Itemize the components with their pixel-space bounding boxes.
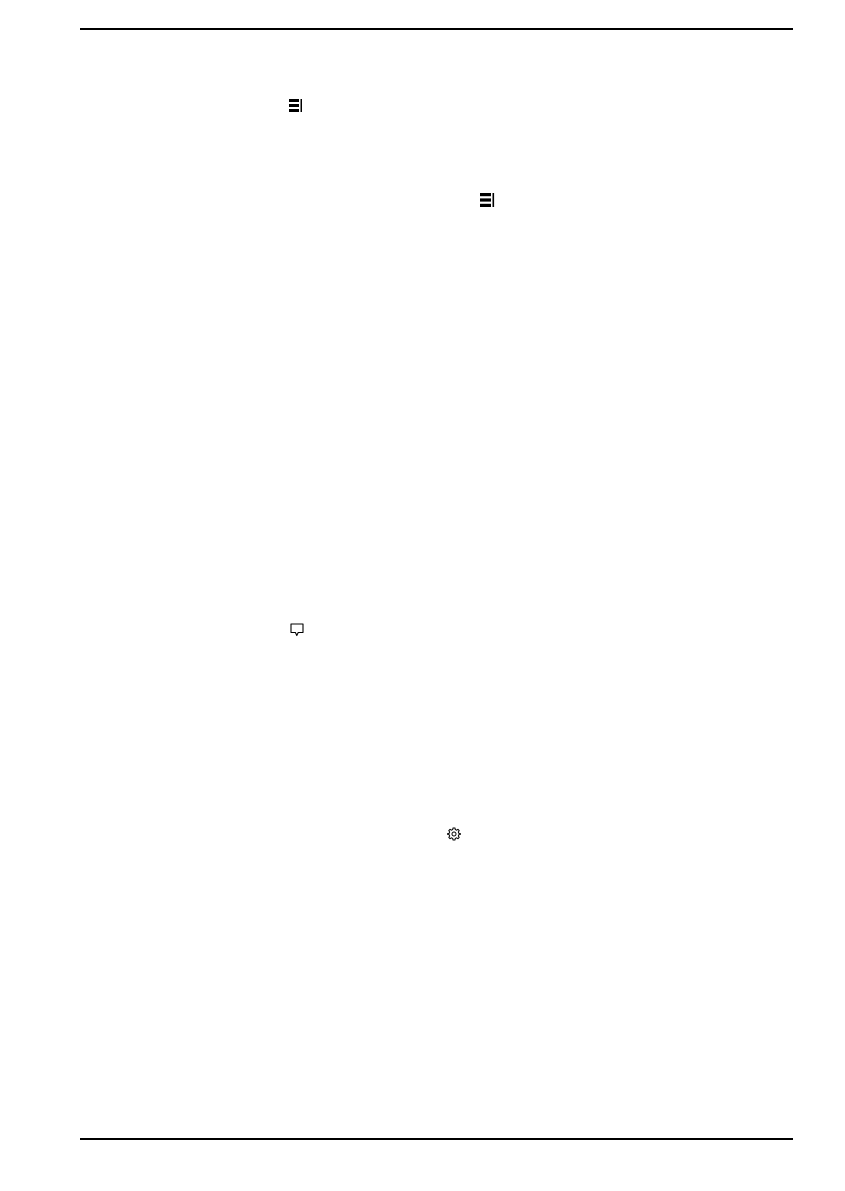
footer-rule	[80, 1138, 793, 1140]
gear-icon	[447, 827, 461, 841]
task-view-icon	[480, 193, 495, 208]
action-center-icon	[290, 623, 304, 637]
task-view-icon	[289, 99, 303, 113]
header-rule	[80, 28, 793, 30]
